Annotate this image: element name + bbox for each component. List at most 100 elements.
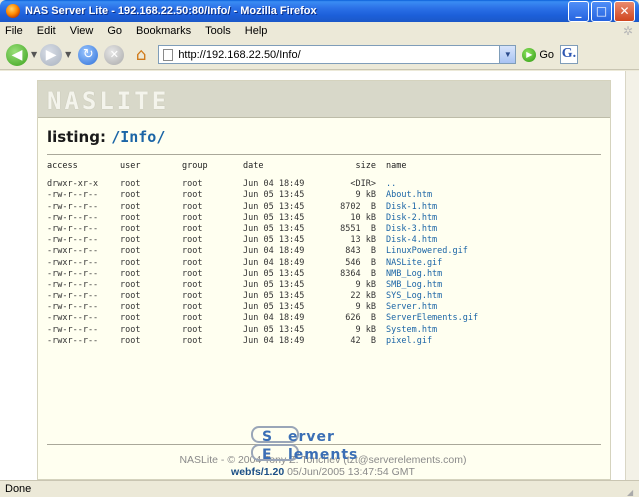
table-row: -rw-r--r-- root root Jun 05 13:45 9 kB SMB_Lo… (47, 280, 607, 291)
cell-access: -rw-r--r-- (47, 291, 99, 302)
home-icon[interactable]: ⌂ (130, 45, 152, 65)
cell-date: Jun 05 13:45 (243, 235, 305, 246)
menu-edit[interactable]: Edit (30, 25, 63, 37)
file-link[interactable]: NMB_Log.htm (386, 269, 442, 280)
throbber-icon: ✲ (622, 24, 633, 38)
cell-date: Jun 05 13:45 (243, 268, 305, 279)
maximize-button[interactable]: □ (591, 0, 612, 22)
cell-access: -rw-r--r-- (47, 212, 99, 223)
stop-icon[interactable]: ✕ (104, 44, 125, 65)
cell-user: root (120, 201, 141, 212)
forward-dropdown-icon[interactable]: ▼ (65, 50, 71, 59)
cell-group: root (182, 335, 203, 346)
column-user: user (120, 161, 141, 171)
divider-top (47, 154, 601, 155)
back-button[interactable]: ◀ ▼ (0, 43, 40, 67)
back-dropdown-icon[interactable]: ▼ (31, 50, 37, 59)
file-link[interactable]: Disk-1.htm (386, 202, 437, 213)
close-button[interactable]: ✕ (614, 0, 635, 22)
file-link[interactable]: Server.htm (386, 302, 437, 313)
cell-group: root (182, 291, 203, 302)
cell-user: root (120, 291, 141, 302)
file-link[interactable]: LinuxPowered.gif (386, 246, 468, 257)
cell-access: -rw-r--r-- (47, 268, 99, 279)
file-link[interactable]: Disk-4.htm (386, 235, 437, 246)
table-row: drwxr-xr-x root root Jun 04 18:49 <DIR>.. (47, 179, 607, 190)
cell-size: 9 kB (355, 302, 376, 313)
file-link[interactable]: NASLite.gif (386, 258, 442, 269)
cell-group: root (182, 179, 203, 190)
forward-arrow-icon: ▶ (40, 43, 63, 66)
minimize-button[interactable]: _ (568, 0, 589, 22)
menu-view[interactable]: View (63, 25, 101, 37)
search-engine-icon[interactable]: G. (560, 45, 578, 64)
cell-group: root (182, 268, 203, 279)
cell-group: root (182, 235, 203, 246)
file-link[interactable]: SYS_Log.htm (386, 291, 442, 302)
listing-label: listing: (47, 128, 106, 146)
cell-user: root (120, 324, 141, 335)
file-link[interactable]: Disk-2.htm (386, 213, 437, 224)
column-name: name (386, 161, 407, 171)
resize-grip-icon[interactable]: ◢ (627, 485, 637, 497)
url-bar[interactable]: http://192.168.22.50/Info/ ▼ (158, 45, 517, 64)
footer-version: webfs/1.20 (231, 466, 285, 478)
footer-date: 05/Jun/2005 13:47:54 GMT (287, 466, 415, 478)
file-link[interactable]: pixel.gif (386, 336, 432, 347)
cell-user: root (120, 302, 141, 313)
go-button[interactable]: Go (539, 49, 554, 61)
file-link[interactable]: System.htm (386, 325, 437, 336)
menu-tools[interactable]: Tools (198, 25, 238, 37)
status-text: Done (5, 483, 32, 495)
cell-size: 843 B (345, 246, 376, 257)
forward-button[interactable]: ▶ ▼ (40, 43, 74, 67)
cell-date: Jun 04 18:49 (243, 179, 305, 190)
cell-size: 8702 B (340, 201, 376, 212)
cell-user: root (120, 335, 141, 346)
cell-date: Jun 05 13:45 (243, 279, 305, 290)
go-icon[interactable]: ▶ (522, 47, 537, 62)
cell-access: -rwxr--r-- (47, 335, 99, 346)
cell-user: root (120, 223, 141, 234)
table-row: -rw-r--r-- root root Jun 05 13:45 13 kB Disk-… (47, 235, 607, 246)
column-date: date (243, 161, 264, 171)
file-link[interactable]: .. (386, 179, 396, 190)
svg-text:lements: lements (288, 447, 358, 463)
listing-path-link[interactable]: /Info/ (111, 128, 165, 146)
file-link[interactable]: SMB_Log.htm (386, 280, 442, 291)
cell-user: root (120, 313, 141, 324)
table-row: -rwxr--r-- root root Jun 04 18:49 626 B Serve… (47, 313, 607, 324)
cell-size: 13 kB (350, 235, 376, 246)
cell-user: root (120, 268, 141, 279)
cell-size: 42 B (350, 335, 376, 346)
file-link[interactable]: About.htm (386, 190, 432, 201)
file-link[interactable]: Disk-3.htm (386, 224, 437, 235)
firefox-icon (6, 4, 20, 18)
url-input[interactable]: http://192.168.22.50/Info/ (178, 49, 499, 61)
menu-help[interactable]: Help (238, 25, 275, 37)
file-link[interactable]: ServerElements.gif (386, 313, 478, 324)
menu-bar: File Edit View Go Bookmarks Tools Help ✲ (0, 22, 639, 40)
cell-date: Jun 05 13:45 (243, 190, 305, 201)
cell-size: 22 kB (350, 291, 376, 302)
server-elements-logo: erver lements S E (251, 426, 358, 463)
cell-group: root (182, 324, 203, 335)
cell-size: 8551 B (340, 223, 376, 234)
menu-bookmarks[interactable]: Bookmarks (129, 25, 198, 37)
page-icon (163, 48, 174, 61)
table-header: access user group date size name (47, 161, 607, 172)
cell-date: Jun 05 13:45 (243, 302, 305, 313)
table-row: -rw-r--r-- root root Jun 05 13:45 8551 B Disk… (47, 224, 607, 235)
table-row: -rw-r--r-- root root Jun 05 13:45 9 kB System… (47, 325, 607, 336)
menu-go[interactable]: Go (100, 25, 129, 37)
menu-file[interactable]: File (0, 25, 30, 37)
table-row: -rw-r--r-- root root Jun 05 13:45 8364 B NMB_… (47, 269, 607, 280)
cell-group: root (182, 313, 203, 324)
cell-group: root (182, 246, 203, 257)
reload-icon[interactable]: ↻ (78, 44, 99, 65)
url-dropdown-icon[interactable]: ▼ (499, 46, 516, 63)
window-title: NAS Server Lite - 192.168.22.50:80/Info/… (25, 5, 317, 17)
window-titlebar[interactable]: NAS Server Lite - 192.168.22.50:80/Info/… (0, 0, 639, 22)
cell-access: drwxr-xr-x (47, 179, 99, 190)
vertical-scrollbar[interactable] (625, 71, 639, 480)
